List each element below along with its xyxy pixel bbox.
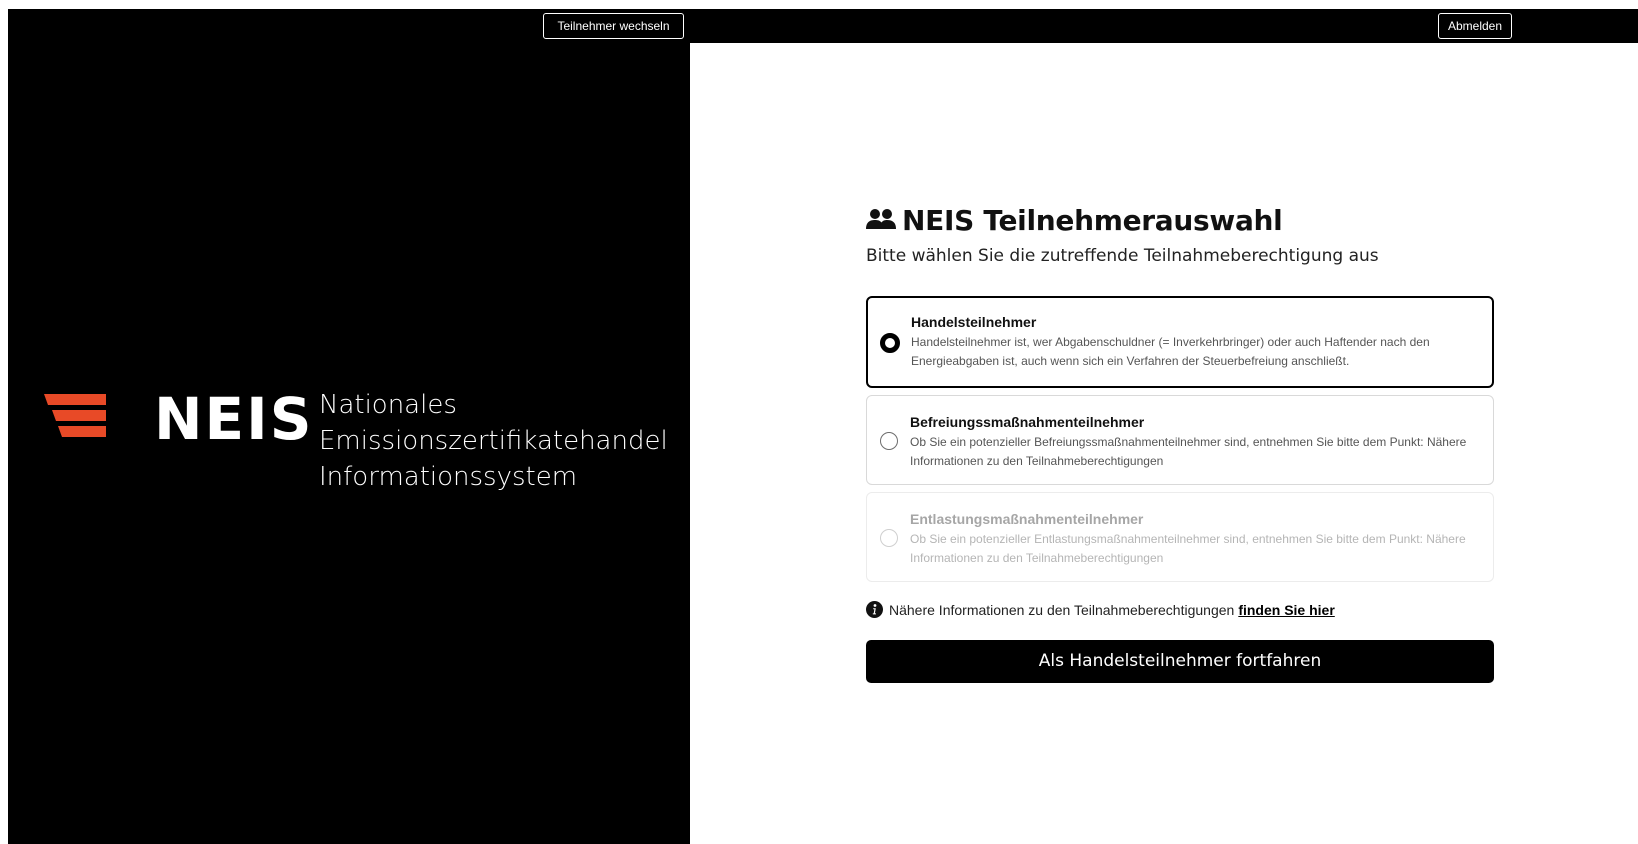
logout-button[interactable]: Abmelden bbox=[1438, 13, 1512, 39]
option-description: Ob Sie ein potenzieller Entlastungsmaßna… bbox=[910, 532, 1466, 565]
info-icon bbox=[866, 601, 883, 618]
page-subtitle: Bitte wählen Sie die zutreffende Teilnah… bbox=[866, 246, 1379, 266]
radio-disabled-icon bbox=[880, 529, 898, 547]
option-title: Handelsteilnehmer bbox=[911, 314, 1037, 330]
option-handelsteilnehmer[interactable]: Handelsteilnehmer Handelsteilnehmer ist,… bbox=[866, 296, 1494, 388]
page-title: NEIS Teilnehmerauswahl bbox=[902, 203, 1283, 237]
top-bar: Teilnehmer wechseln Abmelden bbox=[8, 9, 1638, 43]
logo-text: NEIS bbox=[154, 385, 314, 453]
info-link[interactable]: finden Sie hier bbox=[1238, 602, 1334, 618]
tagline-line: Nationales bbox=[319, 390, 457, 420]
radio-selected-icon[interactable] bbox=[880, 333, 900, 353]
option-title: Entlastungsmaßnahmenteilnehmer bbox=[910, 511, 1144, 527]
option-description: Ob Sie ein potenzieller Befreiungssmaßna… bbox=[910, 435, 1467, 468]
info-row: Nähere Informationen zu den Teilnahmeber… bbox=[866, 601, 1494, 618]
info-text: Nähere Informationen zu den Teilnahmeber… bbox=[889, 601, 1235, 618]
neis-logo-mark-icon bbox=[44, 394, 106, 437]
neis-logo: NEIS Nationales Emissionszertifikatehand… bbox=[44, 385, 684, 501]
tagline-line: Emissionszertifikatehandel bbox=[319, 426, 668, 456]
option-title: Befreiungssmaßnahmenteilnehmer bbox=[910, 414, 1145, 430]
option-description: Handelsteilnehmer ist, wer Abgabenschuld… bbox=[911, 335, 1430, 368]
logo-tagline: Nationales Emissionszertifikatehandel In… bbox=[319, 387, 668, 495]
page-title-row: NEIS Teilnehmerauswahl bbox=[866, 200, 1494, 240]
users-icon bbox=[866, 209, 896, 229]
option-befreiungsmassnahmenteilnehmer[interactable]: Befreiungssmaßnahmenteilnehmer Ob Sie ei… bbox=[866, 395, 1494, 485]
switch-participant-button[interactable]: Teilnehmer wechseln bbox=[543, 13, 684, 39]
tagline-line: Informationssystem bbox=[319, 462, 578, 492]
radio-unselected-icon[interactable] bbox=[880, 432, 898, 450]
participant-selection: NEIS Teilnehmerauswahl Bitte wählen Sie … bbox=[866, 200, 1494, 683]
option-entlastungsmassnahmenteilnehmer: Entlastungsmaßnahmenteilnehmer Ob Sie ei… bbox=[866, 492, 1494, 582]
continue-button[interactable]: Als Handelsteilnehmer fortfahren bbox=[866, 640, 1494, 683]
